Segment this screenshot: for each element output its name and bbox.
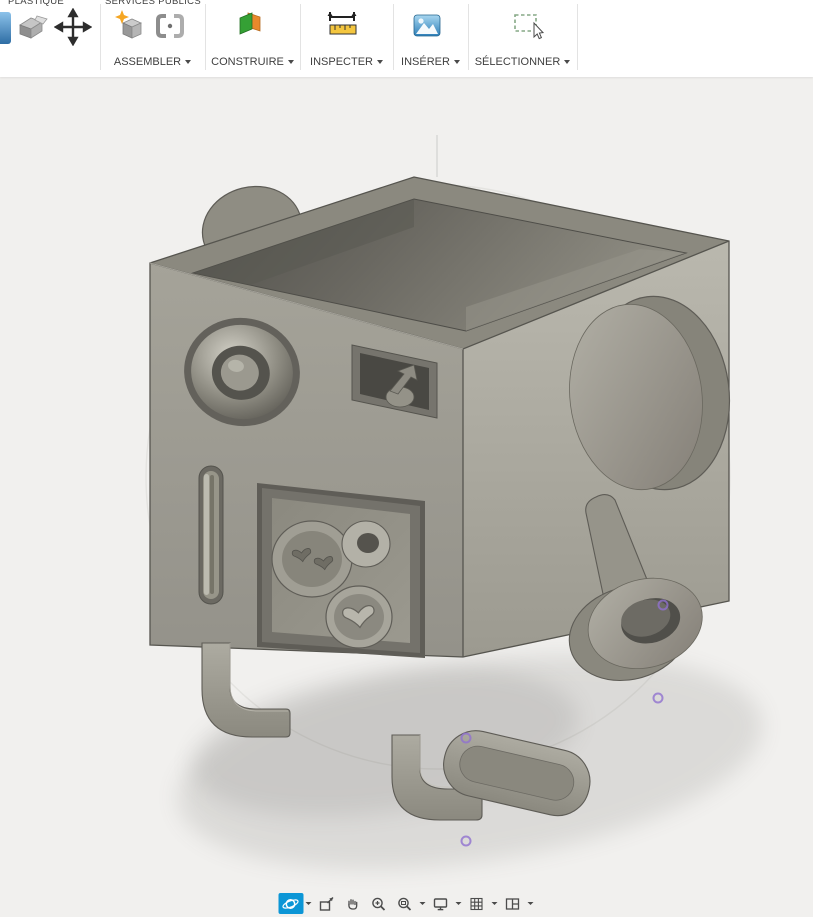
joint-icon[interactable]	[152, 8, 188, 44]
inspecter-menu-button[interactable]: INSPECTER	[300, 56, 393, 68]
sketch-icon[interactable]	[0, 12, 11, 44]
select-box-icon[interactable]	[510, 8, 548, 46]
dropdown-caret-icon	[455, 902, 462, 905]
toolbar-group-selectionner: SÉLECTIONNER	[468, 4, 577, 72]
orbit-dropdown[interactable]	[304, 893, 313, 914]
construction-plane-icon[interactable]	[233, 8, 269, 44]
pan-icon	[348, 898, 358, 910]
selectionner-menu-button[interactable]: SÉLECTIONNER	[468, 56, 577, 68]
ring-medallion[interactable]	[341, 520, 391, 568]
grid-snaps-dropdown[interactable]	[490, 893, 499, 914]
toolbar-group-inserer: INSÉRER	[393, 4, 468, 72]
top-toolbar: PLASTIQUE SERVICES PUBLICS R	[0, 0, 813, 77]
app-window: PLASTIQUE SERVICES PUBLICS R	[0, 0, 813, 917]
front-slot[interactable]	[198, 465, 224, 605]
fit-icon	[398, 897, 412, 911]
viewports-button[interactable]	[500, 893, 525, 914]
grid-icon	[470, 897, 483, 910]
look-at-button[interactable]	[314, 893, 339, 914]
front-panel[interactable]	[257, 483, 425, 658]
toolbar-group-assembler: ASSEMBLER	[100, 4, 205, 72]
dropdown-caret-icon	[491, 902, 498, 905]
insert-image-icon[interactable]	[409, 8, 445, 44]
fit-dropdown[interactable]	[418, 893, 427, 914]
look-at-icon	[319, 896, 334, 911]
dropdown-caret-icon	[185, 60, 192, 65]
display-settings-button[interactable]	[428, 893, 453, 914]
zoom-button[interactable]	[366, 893, 391, 914]
dropdown-caret-icon	[453, 60, 460, 65]
dropdown-caret-icon	[305, 902, 312, 905]
orbit-icon	[282, 898, 299, 909]
dropdown-caret-icon	[376, 60, 383, 65]
assembler-menu-button[interactable]: ASSEMBLER	[100, 56, 205, 68]
dropdown-caret-icon	[527, 902, 534, 905]
dropdown-caret-icon	[287, 60, 294, 65]
partial-group-label[interactable]: R	[0, 61, 20, 73]
grid-snaps-button[interactable]	[464, 893, 489, 914]
new-component-icon[interactable]	[112, 8, 148, 44]
construire-menu-button[interactable]: CONSTRUIRE	[205, 56, 300, 68]
toolbar-group-inspecter: INSPECTER	[300, 4, 393, 72]
heart-medallion[interactable]	[325, 585, 393, 649]
display-settings-icon	[433, 897, 448, 910]
form-icon[interactable]	[17, 10, 51, 44]
scene-canvas[interactable]	[0, 77, 813, 917]
left-foot[interactable]	[201, 642, 291, 738]
display-settings-dropdown[interactable]	[454, 893, 463, 914]
orbit-button[interactable]	[278, 893, 303, 914]
viewports-dropdown[interactable]	[526, 893, 535, 914]
move-icon[interactable]	[54, 8, 92, 46]
heart-glasses-medallion[interactable]	[271, 520, 353, 598]
view-navigation-bar	[278, 893, 535, 914]
toolbar-group-construire: CONSTRUIRE	[205, 4, 300, 72]
viewports-icon	[505, 897, 520, 910]
pan-button[interactable]	[340, 893, 365, 914]
dropdown-caret-icon	[419, 902, 426, 905]
fit-button[interactable]	[392, 893, 417, 914]
toolbar-separator	[577, 4, 578, 70]
model-viewport[interactable]	[0, 77, 813, 917]
measure-icon[interactable]	[322, 8, 364, 44]
dropdown-caret-icon	[564, 60, 571, 65]
inserer-menu-button[interactable]: INSÉRER	[393, 56, 468, 68]
tab-plastique[interactable]: PLASTIQUE	[8, 0, 64, 7]
zoom-icon	[372, 897, 386, 911]
